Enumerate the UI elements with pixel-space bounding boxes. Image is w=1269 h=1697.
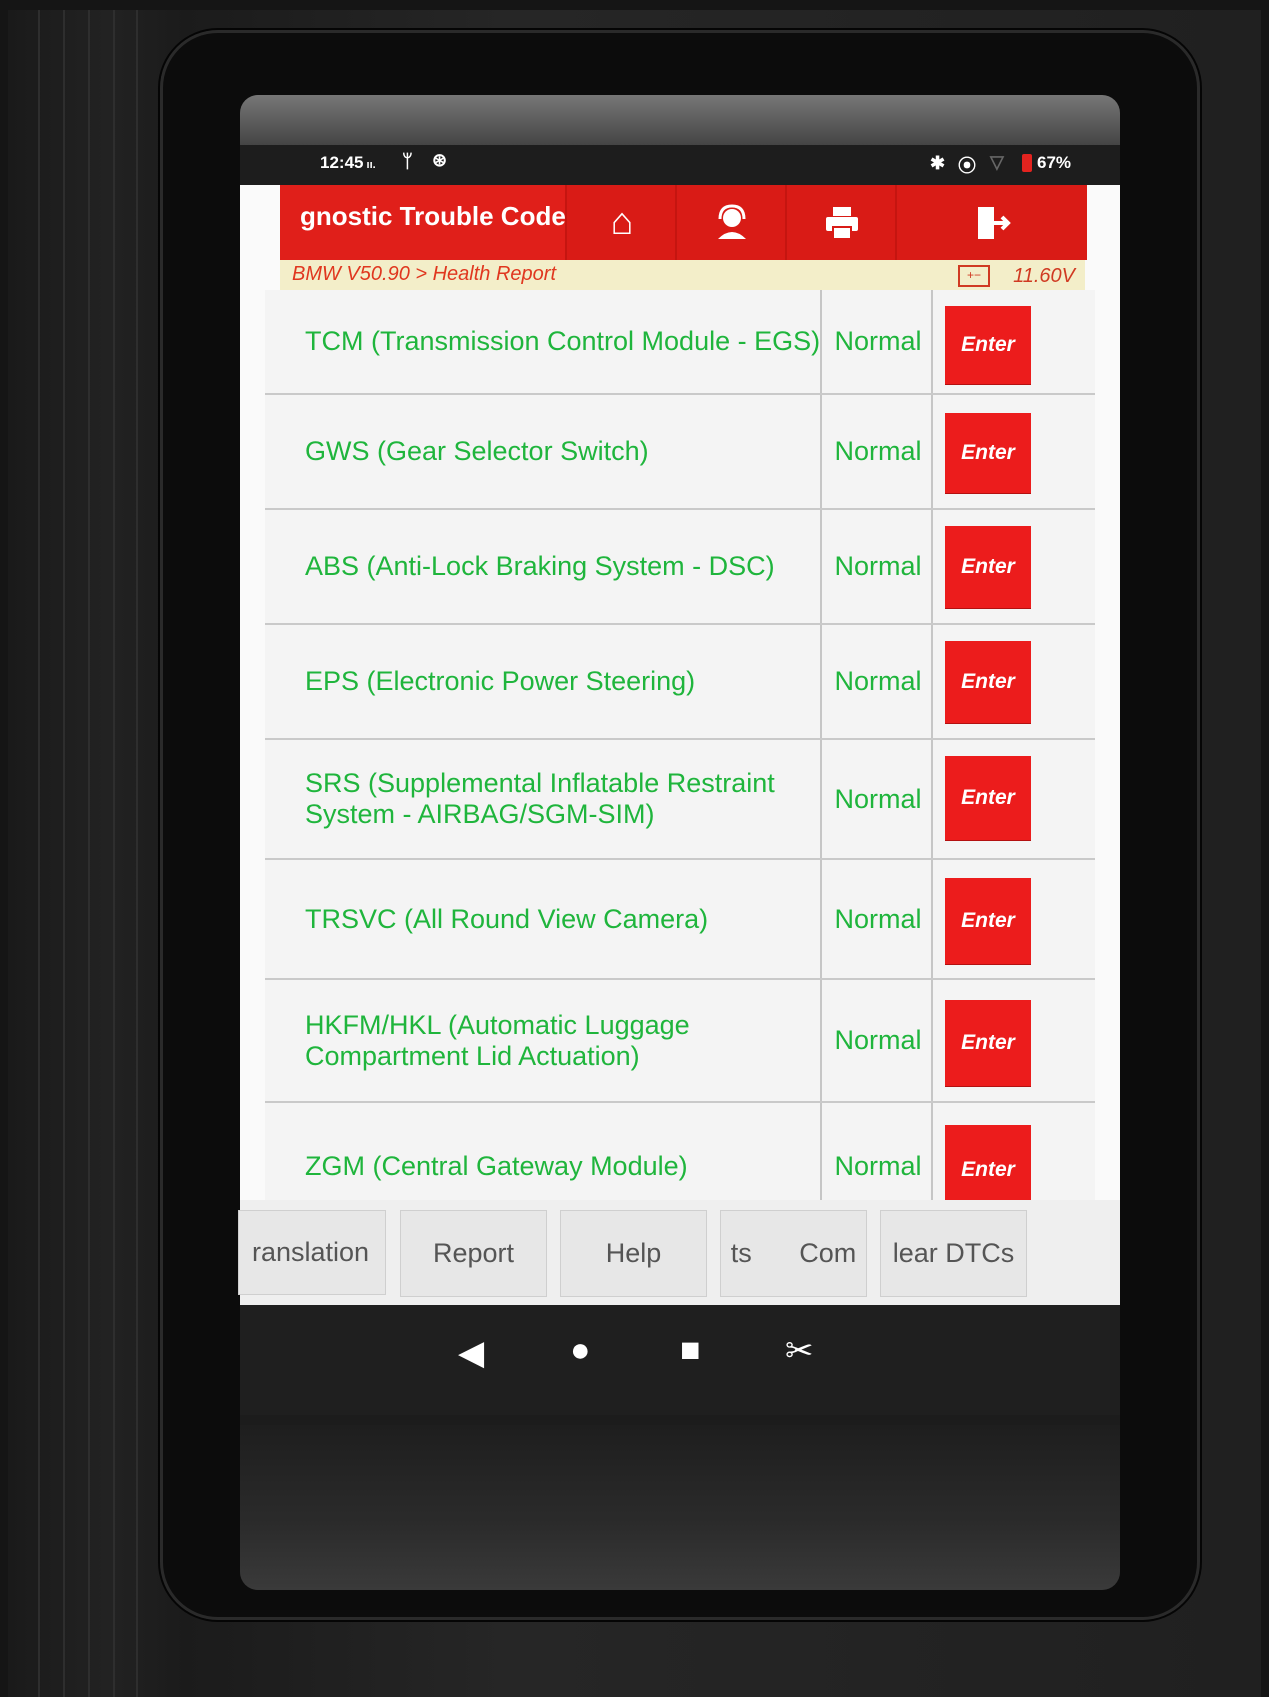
signal-icon: ▽: [990, 152, 1004, 172]
breadcrumb-bar: BMW V50.90 > Health Report +− 11.60V: [280, 260, 1085, 290]
battery-voltage: 11.60V: [1013, 265, 1075, 287]
enter-button[interactable]: Enter: [945, 413, 1031, 493]
page-title: gnostic Trouble Code: [300, 201, 566, 231]
results-compare-button[interactable]: ts Com: [720, 1210, 867, 1297]
enter-button[interactable]: Enter: [945, 1000, 1031, 1086]
module-name: TRSVC (All Round View Camera): [305, 903, 709, 934]
module-name: GWS (Gear Selector Switch): [305, 436, 649, 466]
enter-button[interactable]: Enter: [945, 878, 1031, 964]
enter-button[interactable]: Enter: [945, 641, 1031, 723]
module-row[interactable]: HKFM/HKL (Automatic Luggage Compartment …: [265, 980, 1095, 1103]
diagnostic-app: 12:45 ıı. ᛘ ⊛ ✱ ⦿ ▽ 67% gnostic Trouble …: [238, 145, 1120, 1415]
location-icon: ⦿: [958, 156, 976, 176]
module-status: Normal: [834, 666, 922, 696]
module-name: TCM (Transmission Control Module - EGS): [305, 326, 821, 356]
home-circle-icon[interactable]: ●: [570, 1331, 591, 1370]
battery-icon: [1022, 154, 1032, 172]
module-row[interactable]: TRSVC (All Round View Camera) Normal Ent…: [265, 860, 1095, 980]
breadcrumb: BMW V50.90 > Health Report: [292, 263, 557, 285]
help-button[interactable]: Help: [560, 1210, 707, 1297]
module-status: Normal: [834, 783, 922, 814]
screenshot-icon[interactable]: ✂: [785, 1331, 814, 1371]
module-row[interactable]: ABS (Anti-Lock Braking System - DSC) Nor…: [265, 510, 1095, 625]
module-name: HKFM/HKL (Automatic Luggage Compartment …: [305, 1009, 690, 1071]
module-name: ABS (Anti-Lock Braking System - DSC): [305, 551, 775, 581]
back-icon[interactable]: ◀: [458, 1333, 484, 1373]
android-nav-bar: ◀ ● ■ ✂: [240, 1305, 1120, 1415]
module-status: Normal: [834, 903, 922, 934]
module-status: Normal: [834, 1025, 922, 1055]
print-icon: [826, 206, 858, 240]
app-title-bar: gnostic Trouble Code ⌂: [280, 185, 1087, 260]
print-button[interactable]: [785, 185, 897, 260]
report-button[interactable]: Report: [400, 1210, 547, 1297]
module-status: Normal: [834, 551, 922, 581]
home-icon: ⌂: [610, 201, 634, 243]
module-list: TCM (Transmission Control Module - EGS) …: [265, 290, 1095, 1230]
status-time: 12:45 ıı.: [320, 153, 376, 172]
support-button[interactable]: [675, 185, 787, 260]
module-name: EPS (Electronic Power Steering): [305, 666, 696, 696]
enter-button[interactable]: Enter: [945, 756, 1031, 840]
exit-button[interactable]: [895, 185, 1087, 260]
module-name: SRS (Supplemental Inflatable Restraint S…: [305, 768, 775, 829]
support-agent-icon: [718, 203, 746, 239]
bluetooth-icon: ✱: [930, 153, 946, 173]
car-battery-icon: +−: [958, 265, 990, 287]
camera-icon: ⊛: [432, 150, 448, 170]
home-button[interactable]: ⌂: [565, 185, 677, 260]
module-row[interactable]: EPS (Electronic Power Steering) Normal E…: [265, 625, 1095, 740]
exit-icon: [978, 206, 1011, 239]
module-row[interactable]: GWS (Gear Selector Switch) Normal Enter: [265, 395, 1095, 510]
module-status: Normal: [834, 326, 922, 356]
usb-icon: ᛘ: [402, 151, 413, 171]
recents-icon[interactable]: ■: [680, 1331, 701, 1370]
module-row[interactable]: SRS (Supplemental Inflatable Restraint S…: [265, 740, 1095, 860]
module-status: Normal: [834, 436, 922, 466]
battery-percent: 67%: [1037, 153, 1072, 172]
android-status-bar: 12:45 ıı. ᛘ ⊛ ✱ ⦿ ▽ 67%: [240, 145, 1120, 185]
translation-button[interactable]: ranslation: [238, 1210, 386, 1295]
bottom-action-bar: ranslation Report Help ts Com lear DTCs: [238, 1200, 1120, 1305]
clear-dtcs-button[interactable]: lear DTCs: [880, 1210, 1027, 1297]
enter-button[interactable]: Enter: [945, 306, 1031, 384]
module-row[interactable]: TCM (Transmission Control Module - EGS) …: [265, 290, 1095, 395]
enter-button[interactable]: Enter: [945, 526, 1031, 608]
